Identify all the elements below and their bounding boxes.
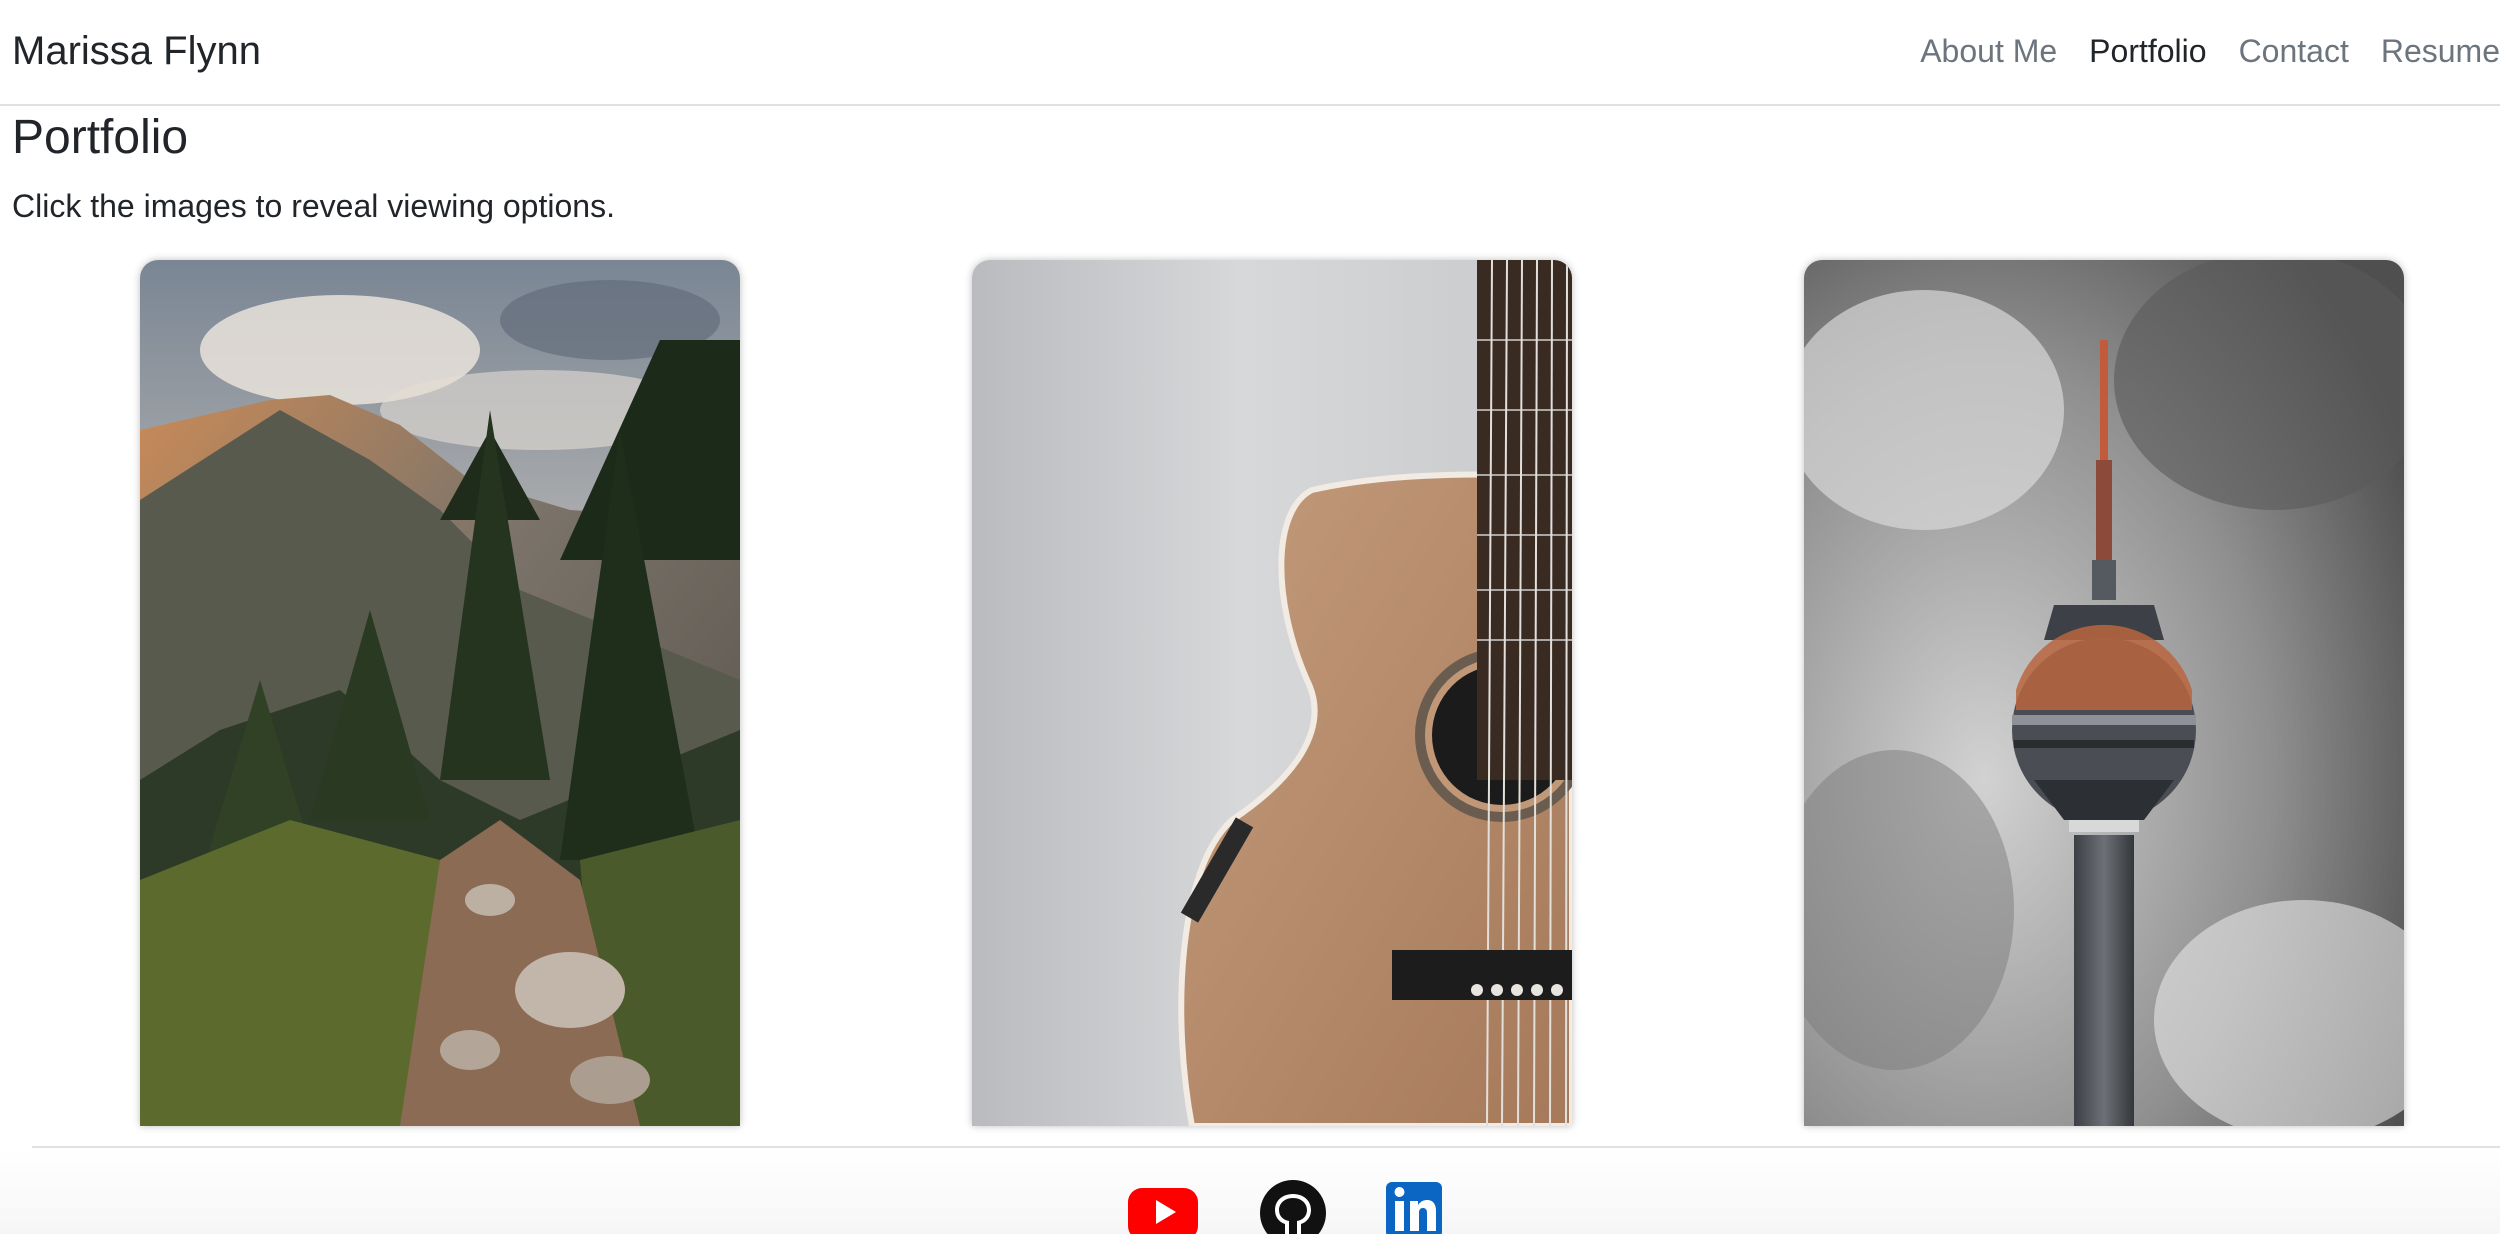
page-title: Portfolio [12,111,189,164]
portfolio-image-guitar[interactable] [972,260,1572,1126]
linkedin-icon[interactable] [1386,1178,1456,1234]
nav-link-contact[interactable]: Contact [2239,30,2349,72]
page-subtitle: Click the images to reveal viewing optio… [12,188,615,224]
nav-link-resume[interactable]: Resume [2381,30,2500,72]
navbar: Marissa Flynn About Me Portfolio Contact… [0,0,2500,106]
mountain-trail-image [140,260,740,1126]
github-icon[interactable] [1258,1178,1328,1234]
tv-tower-image [1804,260,2404,1126]
portfolio-image-tv-tower[interactable] [1804,260,2404,1126]
youtube-icon[interactable] [1128,1178,1198,1234]
portfolio-image-mountain-trail[interactable] [140,260,740,1126]
nav-links: About Me Portfolio Contact Resume [1888,30,2500,72]
nav-link-portfolio[interactable]: Portfolio [2089,30,2206,72]
brand-link[interactable]: Marissa Flynn [12,27,261,75]
portfolio-gallery [0,260,2500,1126]
guitar-image [972,260,1572,1126]
footer [0,1148,2500,1234]
nav-link-about-me[interactable]: About Me [1920,30,2057,72]
